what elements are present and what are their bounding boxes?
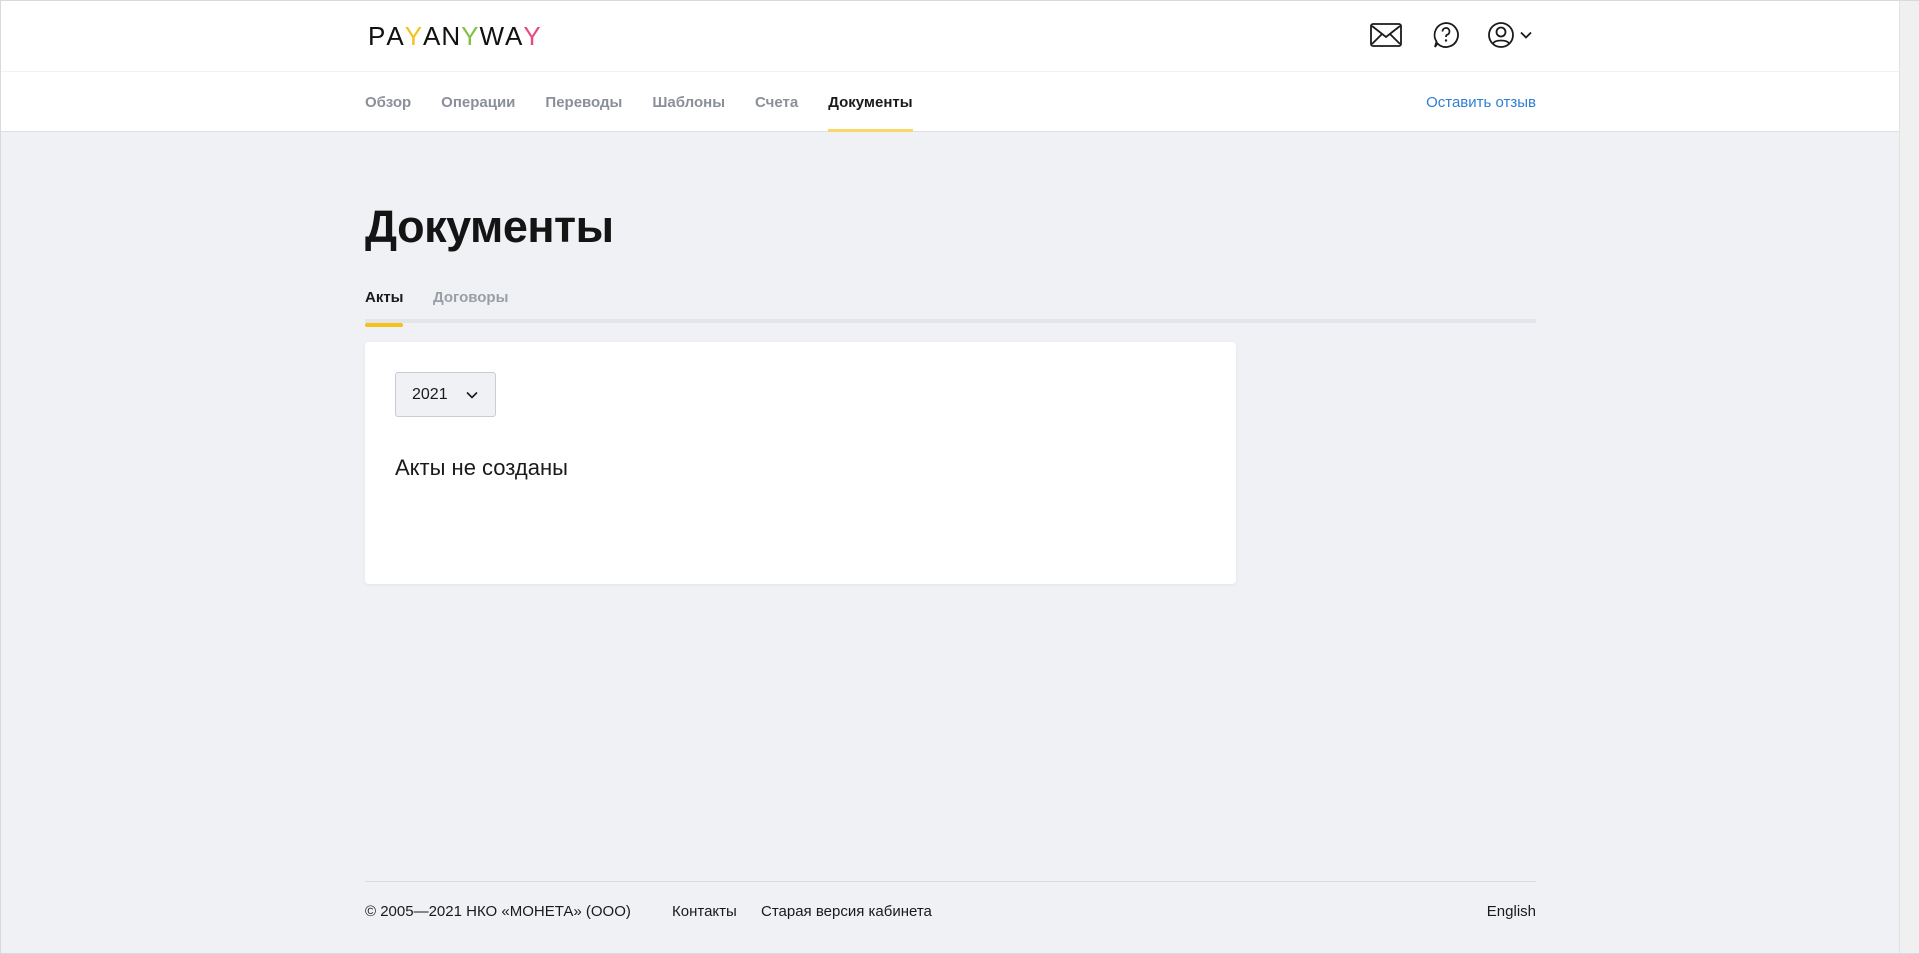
nav-item-operations[interactable]: Операции [441,72,515,132]
header-divider [1,71,1900,72]
help-button[interactable] [1429,18,1463,52]
logo-letter: Y [461,20,480,51]
language-switch-link[interactable]: English [1487,903,1536,920]
user-menu-button[interactable] [1485,18,1535,52]
user-icon [1488,22,1514,48]
nav-item-transfers[interactable]: Переводы [545,72,622,132]
logo-letter: N [441,20,462,51]
contacts-link[interactable]: Контакты [672,903,737,920]
tab-contracts[interactable]: Договоры [433,283,508,323]
copyright-text: © 2005—2021 НКО «МОНЕТА» (ООО) [365,903,631,920]
header-actions [1369,19,1535,51]
footer: © 2005—2021 НКО «МОНЕТА» (ООО) Контакты … [365,903,1536,925]
acts-card: 2021 Акты не созданы [365,342,1236,584]
empty-state-message: Акты не созданы [395,455,568,480]
chevron-down-icon [1520,31,1532,39]
mail-icon [1370,23,1402,47]
chevron-down-icon [466,391,478,399]
logo-letter: A [505,20,524,51]
browser-frame: P A Y A N Y W A Y Обзор Операции Перевод… [0,0,1919,954]
logo-letter: P [368,20,387,51]
logo-letter: W [479,20,506,51]
help-icon [1433,22,1459,48]
old-version-link[interactable]: Старая версия кабинета [761,903,932,920]
logo-letter: Y [404,20,424,51]
scrollbar[interactable] [1899,1,1919,953]
page: P A Y A N Y W A Y Обзор Операции Перевод… [1,1,1900,953]
nav-item-overview[interactable]: Обзор [365,72,411,132]
logo-letter: A [423,20,442,51]
tab-acts[interactable]: Акты [365,283,404,327]
logo-letter: Y [523,20,542,51]
main-nav: Обзор Операции Переводы Шаблоны Счета До… [365,72,943,132]
logo-letter: A [386,20,405,51]
page-title: Документы [365,201,614,252]
feedback-link[interactable]: Оставить отзыв [1426,72,1536,132]
payanyway-logo[interactable]: P A Y A N Y W A Y [368,20,542,51]
nav-item-templates[interactable]: Шаблоны [652,72,725,132]
footer-divider [365,881,1536,882]
nav-item-accounts[interactable]: Счета [755,72,798,132]
year-select-value: 2021 [412,385,448,403]
year-select[interactable]: 2021 [395,372,496,417]
top-header: P A Y A N Y W A Y Обзор Операции Перевод… [1,1,1900,132]
nav-item-documents[interactable]: Документы [828,72,913,132]
document-tabs: Акты Договоры [365,283,1536,327]
messages-button[interactable] [1369,18,1403,52]
